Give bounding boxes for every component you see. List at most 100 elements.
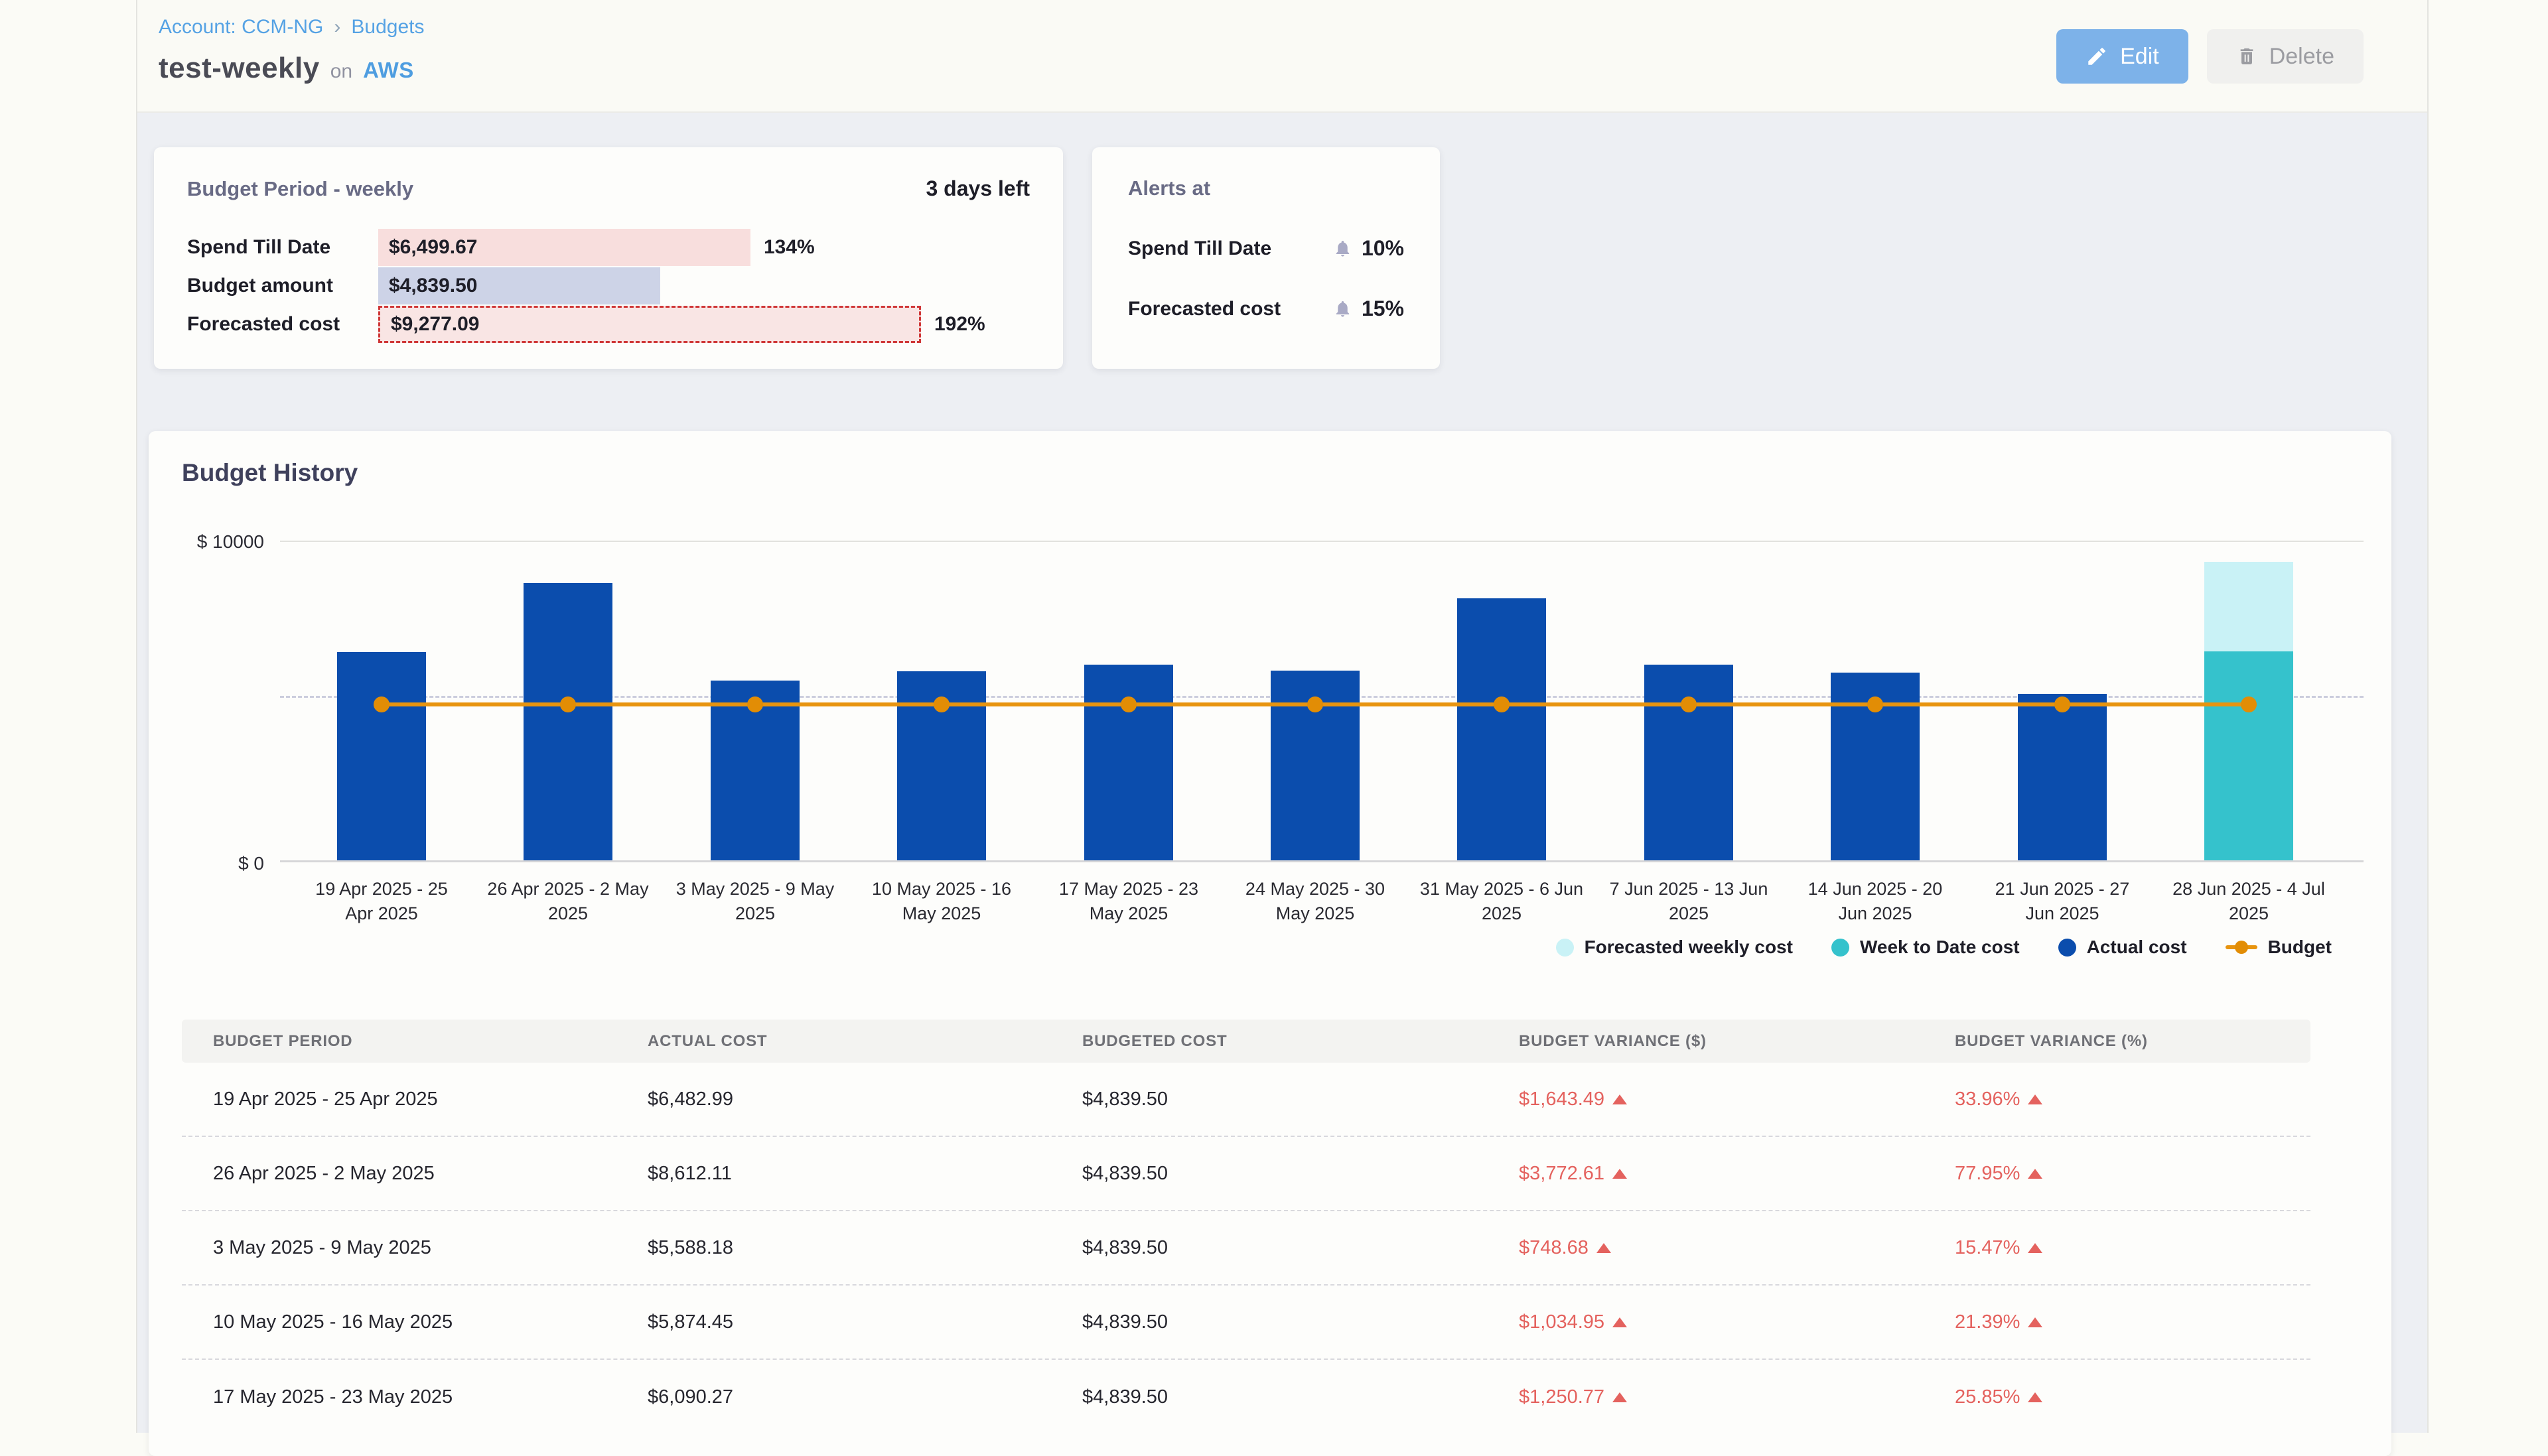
cell-budget-variance-pct: 15.47% xyxy=(1955,1237,2310,1259)
triangle-up-icon xyxy=(2028,1317,2042,1327)
triangle-up-icon xyxy=(1612,1317,1627,1327)
actual-cost-bar[interactable] xyxy=(1644,665,1733,860)
cell-budgeted-cost: $4,839.50 xyxy=(1082,1237,1519,1259)
cell-budgeted-cost: $4,839.50 xyxy=(1082,1163,1519,1185)
trash-icon xyxy=(2236,46,2257,67)
actual-cost-bar[interactable] xyxy=(524,583,612,860)
triangle-up-icon xyxy=(2028,1094,2042,1104)
legend-item[interactable]: Week to Date cost xyxy=(1831,937,2020,958)
budget-period-row: Spend Till Date$6,499.67134% xyxy=(187,229,1030,266)
chart-x-label: 31 May 2025 - 6 Jun 2025 xyxy=(1395,877,1608,926)
table-column-header: BUDGET PERIOD xyxy=(213,1032,648,1051)
chart-x-label: 26 Apr 2025 - 2 May 2025 xyxy=(462,877,674,926)
budget-line-point[interactable] xyxy=(1121,696,1137,712)
budget-line-point[interactable] xyxy=(1307,696,1323,712)
chart-x-label: 19 Apr 2025 - 25 Apr 2025 xyxy=(275,877,488,926)
delete-button[interactable]: Delete xyxy=(2207,29,2364,84)
legend-item[interactable]: Forecasted weekly cost xyxy=(1556,937,1793,958)
page-header: Account: CCM-NG › Budgets test-weekly on… xyxy=(137,0,2427,113)
legend-item-label: Budget xyxy=(2268,937,2332,958)
breadcrumb-account-link[interactable]: Account: CCM-NG xyxy=(159,16,323,38)
budget-line-point[interactable] xyxy=(2241,696,2257,712)
table-row: 3 May 2025 - 9 May 2025$5,588.18$4,839.5… xyxy=(182,1211,2310,1286)
triangle-up-icon xyxy=(2028,1169,2042,1179)
budget-line-point[interactable] xyxy=(934,696,950,712)
budget-period-rows: Spend Till Date$6,499.67134%Budget amoun… xyxy=(187,229,1030,343)
chart-x-label: 24 May 2025 - 30 May 2025 xyxy=(1209,877,1421,926)
chart-legend: Forecasted weekly cost Week to Date cost A… xyxy=(1556,937,2332,958)
cell-budget-variance-usd: $3,772.61 xyxy=(1519,1163,1955,1185)
budget-line-point[interactable] xyxy=(1867,696,1883,712)
budget-line-point[interactable] xyxy=(1494,696,1510,712)
actual-cost-bar[interactable] xyxy=(337,652,426,860)
legend-item[interactable]: Budget xyxy=(2226,937,2332,958)
cell-budget-variance-usd: $1,250.77 xyxy=(1519,1386,1955,1408)
cell-budget-variance-usd: $748.68 xyxy=(1519,1237,1955,1259)
alert-row-label: Spend Till Date xyxy=(1128,237,1271,260)
budget-period-percent: 192% xyxy=(934,313,985,336)
cloud-provider-label: AWS xyxy=(363,58,414,83)
y-axis-top-label: $ 10000 xyxy=(149,531,264,553)
budget-period-row-label: Forecasted cost xyxy=(187,313,378,336)
actual-cost-bar[interactable] xyxy=(2018,694,2107,860)
bell-icon xyxy=(1333,298,1352,319)
cell-budget-period: 10 May 2025 - 16 May 2025 xyxy=(213,1311,648,1333)
alert-threshold-value: 15% xyxy=(1362,297,1404,321)
week-to-date-bar[interactable] xyxy=(2204,651,2293,860)
legend-item-label: Week to Date cost xyxy=(1860,937,2020,958)
alert-row: Spend Till Date 10% xyxy=(1128,236,1404,261)
budget-period-row: Budget amount$4,839.50 xyxy=(187,267,1030,304)
triangle-up-icon xyxy=(1612,1169,1627,1179)
alert-threshold-value: 10% xyxy=(1362,236,1404,261)
chart-x-label: 17 May 2025 - 23 May 2025 xyxy=(1023,877,1235,926)
series-dot-icon xyxy=(1831,939,1849,957)
budget-history-title: Budget History xyxy=(182,459,358,487)
edit-button-label: Edit xyxy=(2120,44,2159,70)
legend-item[interactable]: Actual cost xyxy=(2058,937,2187,958)
budget-period-head: Budget Period - weekly 3 days left xyxy=(187,176,1030,201)
cell-budget-variance-usd: $1,643.49 xyxy=(1519,1089,1955,1110)
budget-period-row: Forecasted cost$9,277.09192% xyxy=(187,306,1030,343)
budget-line-point[interactable] xyxy=(1681,696,1697,712)
chevron-right-icon: › xyxy=(334,16,340,38)
alert-threshold: 10% xyxy=(1333,236,1404,261)
budget-period-bar: $4,839.50 xyxy=(378,267,660,304)
edit-button[interactable]: Edit xyxy=(2056,29,2188,84)
series-dot-icon xyxy=(1556,939,1574,957)
actual-cost-bar[interactable] xyxy=(1084,665,1173,860)
cell-budget-period: 3 May 2025 - 9 May 2025 xyxy=(213,1237,648,1259)
cell-actual-cost: $8,612.11 xyxy=(648,1163,1082,1185)
table-header-row: BUDGET PERIODACTUAL COSTBUDGETED COSTBUD… xyxy=(182,1020,2310,1063)
cell-budget-period: 26 Apr 2025 - 2 May 2025 xyxy=(213,1163,648,1185)
cell-actual-cost: $6,482.99 xyxy=(648,1089,1082,1110)
main-area: Budget Period - weekly 3 days left Spend… xyxy=(137,113,2427,1433)
alert-row-label: Forecasted cost xyxy=(1128,298,1281,320)
chart-x-label: 14 Jun 2025 - 20 Jun 2025 xyxy=(1769,877,1981,926)
budget-period-row-label: Spend Till Date xyxy=(187,236,378,259)
cell-actual-cost: $5,874.45 xyxy=(648,1311,1082,1333)
alert-row: Forecasted cost 15% xyxy=(1128,297,1404,321)
table-column-header: BUDGETED COST xyxy=(1082,1032,1519,1051)
breadcrumb: Account: CCM-NG › Budgets xyxy=(159,16,424,38)
table-column-header: BUDGET VARIANCE (%) xyxy=(1955,1032,2310,1051)
content-area: Account: CCM-NG › Budgets test-weekly on… xyxy=(136,0,2429,1433)
actual-cost-bar[interactable] xyxy=(1457,598,1546,860)
triangle-up-icon xyxy=(2028,1243,2042,1253)
chart-x-label: 10 May 2025 - 16 May 2025 xyxy=(835,877,1048,926)
days-left-label: 3 days left xyxy=(926,176,1030,201)
title-row: test-weekly on AWS xyxy=(159,52,414,85)
triangle-up-icon xyxy=(2028,1392,2042,1402)
budget-line-point[interactable] xyxy=(374,696,389,712)
delete-button-label: Delete xyxy=(2269,44,2334,70)
budget-line-point[interactable] xyxy=(2054,696,2070,712)
budget-line-point[interactable] xyxy=(560,696,576,712)
cell-budget-period: 19 Apr 2025 - 25 Apr 2025 xyxy=(213,1089,648,1110)
table-body: 19 Apr 2025 - 25 Apr 2025$6,482.99 $4,839… xyxy=(182,1063,2310,1434)
budget-history-chart xyxy=(280,541,2364,862)
pencil-icon xyxy=(2086,45,2108,68)
breadcrumb-budgets-link[interactable]: Budgets xyxy=(351,16,424,38)
triangle-up-icon xyxy=(1596,1243,1611,1253)
bell-icon xyxy=(1333,238,1352,259)
budget-period-card: Budget Period - weekly 3 days left Spend… xyxy=(154,147,1063,369)
budget-line-point[interactable] xyxy=(747,696,763,712)
